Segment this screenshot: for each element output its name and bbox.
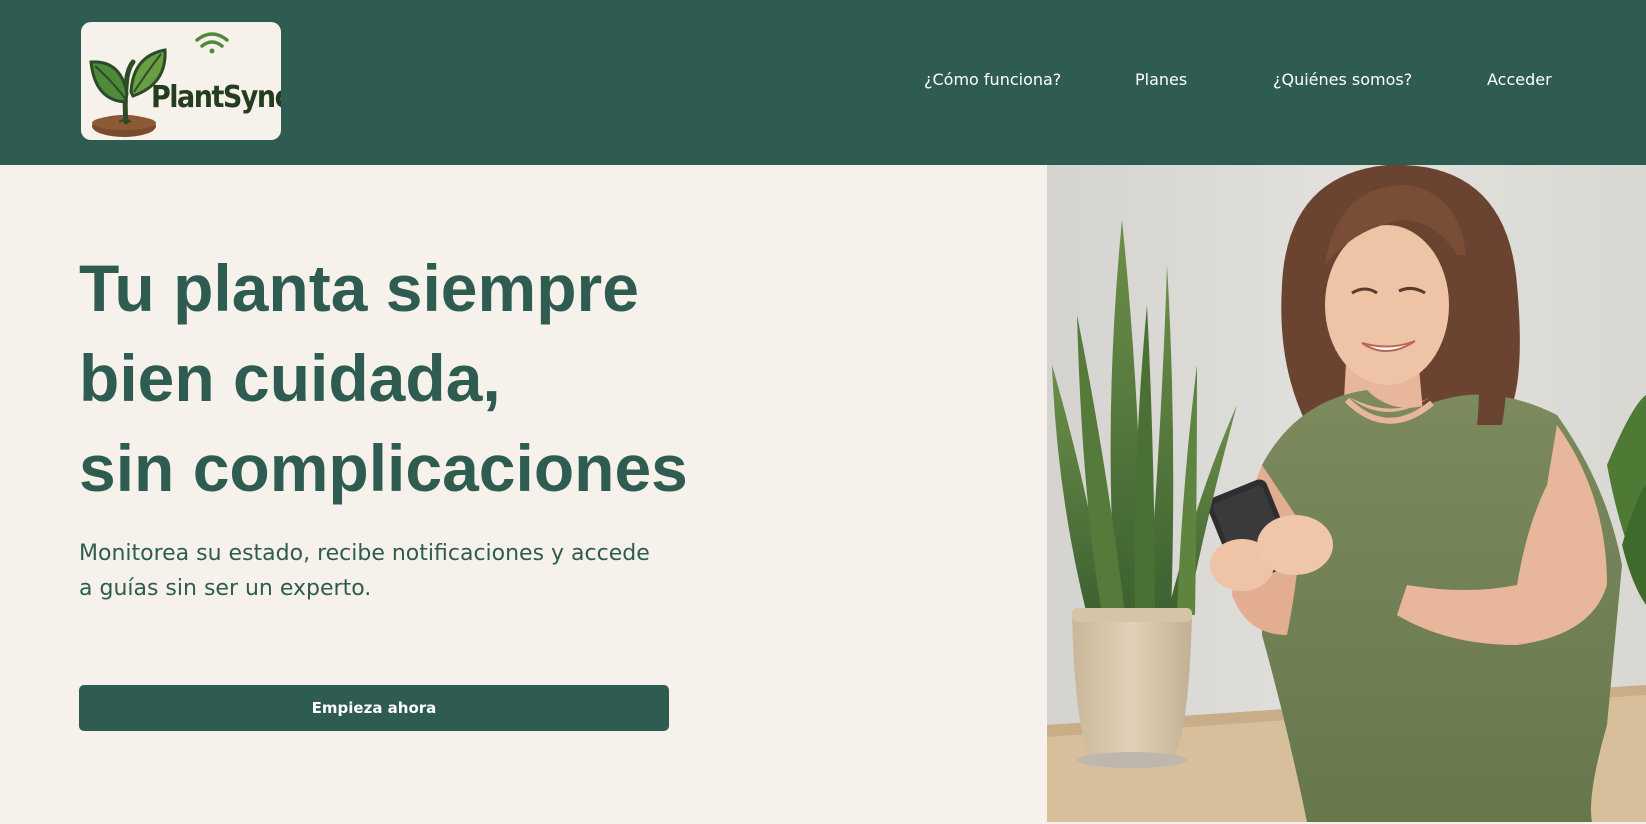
headline-line: Tu planta siempre [79,251,639,325]
headline-line: bien cuidada, [79,341,501,415]
hero-photo [1047,165,1646,822]
landing-page: PlantSync ¿Cómo funciona? Planes ¿Quiéne… [0,0,1646,824]
site-header: PlantSync ¿Cómo funciona? Planes ¿Quiéne… [0,0,1646,165]
hero-subtitle: Monitorea su estado, recibe notificacion… [79,541,650,601]
nav-link-quienes-somos[interactable]: ¿Quiénes somos? [1273,70,1412,89]
woman-with-phone-and-snake-plant-photo [1047,165,1646,822]
logo[interactable]: PlantSync [81,22,281,140]
nav-link-planes[interactable]: Planes [1135,70,1187,89]
nav-link-acceder[interactable]: Acceder [1487,70,1552,89]
hero-headline: Tu planta siempre bien cuidada, sin comp… [79,243,839,513]
get-started-button[interactable]: Empieza ahora [79,685,669,731]
brand-name: PlantSync [151,80,281,115]
nav-link-como-funciona[interactable]: ¿Cómo funciona? [924,70,1061,89]
headline-line: sin complicaciones [79,431,688,505]
